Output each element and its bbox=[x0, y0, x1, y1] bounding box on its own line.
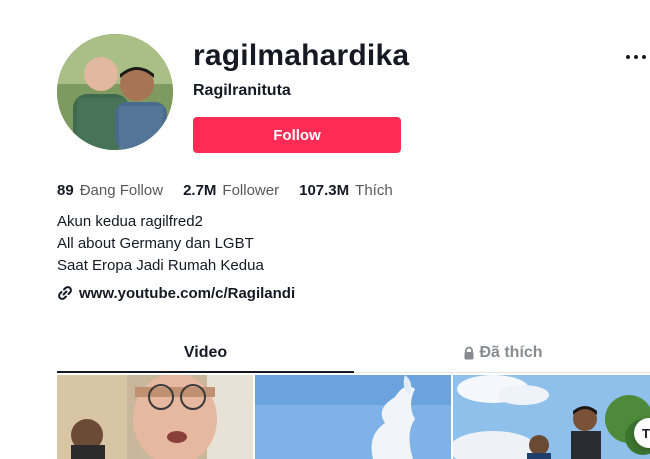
stat-followers-count: 2.7M bbox=[183, 181, 217, 199]
active-tab-indicator bbox=[57, 371, 354, 373]
profile-tabs: Video Đã thích bbox=[57, 340, 650, 373]
stat-likes-count: 107.3M bbox=[299, 181, 350, 199]
video-grid bbox=[57, 375, 650, 459]
more-options-icon[interactable] bbox=[622, 45, 650, 69]
stat-followers-label: Follower bbox=[222, 181, 280, 199]
profile-bio: Akun kedua ragilfred2 All about Germany … bbox=[57, 211, 264, 277]
stat-likes-label: Thích bbox=[355, 181, 393, 199]
link-icon bbox=[58, 286, 72, 300]
stat-following-label: Đang Follow bbox=[79, 181, 164, 199]
stat-following-count: 89 bbox=[57, 181, 74, 199]
video-thumbnail[interactable] bbox=[453, 375, 650, 459]
bio-line: All about Germany dan LGBT bbox=[57, 235, 254, 252]
video-thumbnail[interactable] bbox=[57, 375, 253, 459]
follow-button[interactable]: Follow bbox=[193, 117, 401, 153]
tab-video[interactable]: Video bbox=[57, 340, 354, 372]
profile-link-text: www.youtube.com/c/Ragilandi bbox=[79, 284, 296, 302]
tab-liked-label: Đã thích bbox=[479, 344, 543, 361]
stat-likes: 107.3M Thích bbox=[299, 182, 393, 199]
profile-stats: 89 Đang Follow 2.7M Follower 107.3M Thíc… bbox=[57, 180, 413, 200]
bio-line: Akun kedua ragilfred2 bbox=[57, 213, 203, 230]
profile-avatar[interactable] bbox=[57, 34, 173, 150]
tab-liked[interactable]: Đã thích bbox=[354, 340, 650, 372]
stat-followers[interactable]: 2.7M Follower bbox=[183, 182, 279, 199]
profile-nickname: Ragilranituta bbox=[193, 82, 291, 99]
stat-following[interactable]: 89 Đang Follow bbox=[57, 182, 163, 199]
video-thumbnail[interactable] bbox=[255, 375, 451, 459]
tab-video-label: Video bbox=[183, 344, 228, 361]
lock-icon bbox=[464, 346, 474, 360]
profile-link[interactable]: www.youtube.com/c/Ragilandi bbox=[57, 283, 295, 303]
bio-line: Saat Eropa Jadi Rumah Kedua bbox=[57, 257, 264, 274]
profile-username: ragilmahardika bbox=[193, 39, 410, 72]
